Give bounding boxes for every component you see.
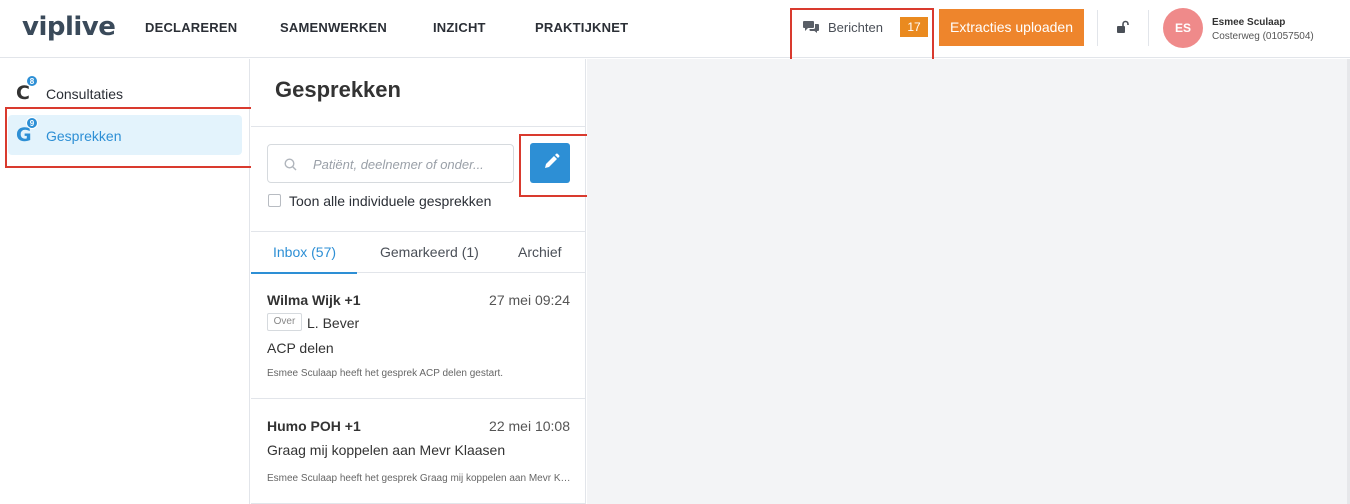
conversation-patient: L. Bever (307, 315, 360, 331)
user-location: Costerweg (01057504) (1212, 31, 1314, 42)
conversation-subject: ACP delen (267, 340, 334, 356)
tab-archief[interactable]: Archief (518, 244, 562, 260)
highlight-messages (790, 8, 934, 61)
page-title: Gesprekken (275, 77, 401, 102)
conversation-participants: Humo POH +1 (267, 418, 361, 434)
show-all-label[interactable]: Toon alle individuele gesprekken (289, 193, 491, 209)
tab-gemarkeerd[interactable]: Gemarkeerd (1) (380, 244, 479, 260)
nav-declareren[interactable]: DECLAREREN (145, 20, 237, 35)
conversation-snippet: Esmee Sculaap heeft het gesprek Graag mi… (267, 473, 572, 484)
list-item[interactable]: Wilma Wijk +1 27 mei 09:24 Over L. Bever… (251, 273, 586, 399)
conversation-snippet: Esmee Sculaap heeft het gesprek ACP dele… (267, 368, 504, 379)
search-placeholder: Patiënt, deelnemer of onder... (313, 157, 484, 172)
list-item[interactable]: Humo POH +1 22 mei 10:08 Graag mij koppe… (251, 399, 586, 504)
nav-praktijknet[interactable]: PRAKTIJKNET (535, 20, 628, 35)
highlight-sidebar-gesprekken (5, 107, 254, 168)
divider (1097, 10, 1098, 46)
upload-extractions-button[interactable]: Extracties uploaden (939, 9, 1084, 46)
divider (1148, 10, 1149, 46)
app-logo[interactable]: viplive (22, 12, 116, 42)
divider (251, 126, 586, 127)
consultaties-count-badge: 8 (26, 75, 38, 87)
show-all-checkbox[interactable] (268, 194, 281, 207)
conversations-panel: Gesprekken Patiënt, deelnemer of onder..… (251, 59, 586, 504)
highlight-compose-button (519, 134, 589, 197)
conversation-subject: Graag mij koppelen aan Mevr Klaasen (267, 442, 506, 458)
search-input[interactable]: Patiënt, deelnemer of onder... (267, 144, 514, 183)
top-bar: viplive DECLAREREN SAMENWERKEN INZICHT P… (0, 0, 1350, 58)
conversation-participants: Wilma Wijk +1 (267, 292, 361, 308)
search-icon (284, 158, 297, 171)
avatar[interactable]: ES (1163, 8, 1203, 48)
sidebar-item-label: Consultaties (46, 86, 124, 102)
conversation-detail-area (587, 59, 1350, 504)
user-name[interactable]: Esmee Sculaap (1212, 17, 1285, 28)
nav-samenwerken[interactable]: SAMENWERKEN (280, 20, 387, 35)
conversation-date: 27 mei 09:24 (489, 292, 570, 308)
conversation-tabs: Inbox (57) Gemarkeerd (1) Archief (251, 231, 586, 274)
over-tag: Over (267, 313, 302, 331)
unlock-icon[interactable] (1116, 20, 1130, 34)
nav-inzicht[interactable]: INZICHT (433, 20, 486, 35)
conversation-date: 22 mei 10:08 (489, 418, 570, 434)
tab-inbox[interactable]: Inbox (57) (273, 244, 336, 260)
